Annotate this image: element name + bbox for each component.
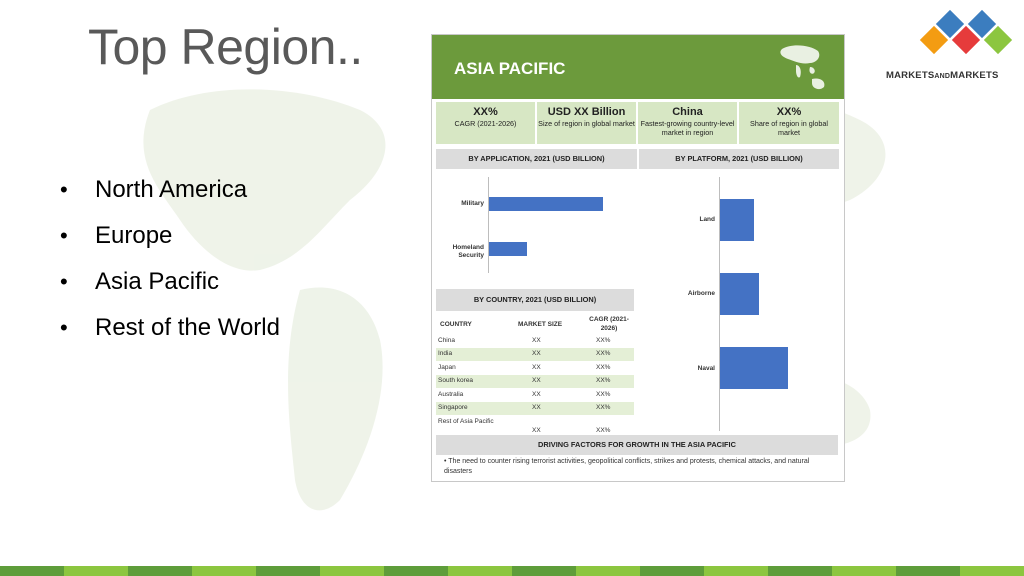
- bar-label-airborne: Airborne: [687, 290, 715, 297]
- stat-label: Share of region in global market: [750, 119, 828, 137]
- bullet-item: • Europe: [60, 218, 280, 264]
- stat-value: XX%: [776, 106, 802, 118]
- col-cagr: CAGR (2021-2026): [589, 316, 629, 332]
- stat-value: XX%: [473, 106, 498, 118]
- by-application-heading: BY APPLICATION, 2021 (USD BILLION): [436, 149, 637, 169]
- slide-title: Top Region..: [88, 19, 363, 75]
- slide: Top Region.. • North America • Europe • Asi…: [0, 0, 1024, 576]
- logo-text: MARKETSANDMARKETS: [886, 70, 999, 81]
- stat-cagr: XX% CAGR (2021-2026): [436, 102, 535, 144]
- asia-map-icon: [780, 45, 825, 90]
- bar-label-land: Land: [699, 216, 715, 223]
- application-chart: Military Homeland Security: [436, 173, 637, 277]
- bar-label-homeland-security: Homeland Security: [452, 244, 484, 259]
- stat-share: XX% Share of region in global market: [739, 102, 839, 144]
- bullet-icon: •: [60, 223, 68, 248]
- bar-label-military: Military: [461, 200, 484, 207]
- stat-fastest: China Fastest-growing country-level mark…: [638, 102, 737, 144]
- bar-label-naval: Naval: [697, 365, 715, 372]
- table-row: South korea XX XX%: [436, 375, 634, 388]
- bar-military: [489, 197, 603, 211]
- stat-value: USD XX Billion: [547, 106, 626, 118]
- bullet-text: North America: [95, 176, 248, 203]
- platform-chart: Land Airborne Naval: [639, 173, 839, 435]
- bullet-item: • Rest of the World: [60, 310, 280, 356]
- table-row: China XX XX%: [438, 337, 611, 344]
- col-market-size: MARKET SIZE: [518, 321, 563, 328]
- table-row: Singapore XX XX%: [436, 402, 634, 415]
- bullet-icon: •: [60, 315, 68, 340]
- bullet-icon: •: [60, 177, 68, 202]
- stat-label: CAGR (2021-2026): [454, 119, 517, 128]
- asia-pacific-infographic: ASIA PACIFIC XX% CAGR (2021-2026) USD XX…: [431, 34, 845, 482]
- by-country-heading: BY COUNTRY, 2021 (USD BILLION): [436, 289, 634, 311]
- bar-land: [720, 199, 754, 241]
- region-title: ASIA PACIFIC: [454, 59, 566, 78]
- table-row: India XX XX%: [436, 348, 634, 361]
- bullet-text: Rest of the World: [95, 314, 280, 341]
- stat-label: Size of region in global market: [538, 119, 635, 128]
- driving-factor-item: The need to counter rising terrorist act…: [444, 458, 810, 475]
- bar-homeland-security: [489, 242, 527, 256]
- region-bullet-list: • North America • Europe • Asia Pacific • Re…: [60, 172, 280, 356]
- stat-size: USD XX Billion Size of region in global …: [537, 102, 636, 144]
- by-platform-heading: BY PLATFORM, 2021 (USD BILLION): [639, 149, 839, 169]
- driving-factors-text: • The need to counter rising terrorist a…: [444, 457, 834, 477]
- bar-naval: [720, 347, 788, 389]
- bullet-text: Asia Pacific: [95, 268, 220, 295]
- application-axis: [488, 177, 489, 273]
- bar-airborne: [720, 273, 759, 315]
- table-row: Japan XX XX%: [438, 364, 611, 371]
- footer-stripe: [0, 566, 1024, 576]
- table-header: COUNTRY MARKET SIZE CAGR (2021-2026): [436, 315, 634, 335]
- driving-factors-heading: DRIVING FACTORS FOR GROWTH IN THE ASIA P…: [436, 435, 838, 455]
- bullet-text: Europe: [95, 222, 173, 249]
- infographic-header: ASIA PACIFIC: [432, 35, 844, 99]
- bullet-icon: •: [60, 269, 68, 294]
- bullet-item: • North America: [60, 172, 280, 218]
- stat-label: Fastest-growing country-level market in …: [640, 119, 735, 137]
- stat-value: China: [672, 106, 703, 118]
- bullet-icon: •: [444, 458, 447, 465]
- col-country: COUNTRY: [440, 321, 472, 328]
- table-row: Australia XX XX%: [438, 391, 611, 398]
- bullet-item: • Asia Pacific: [60, 264, 280, 310]
